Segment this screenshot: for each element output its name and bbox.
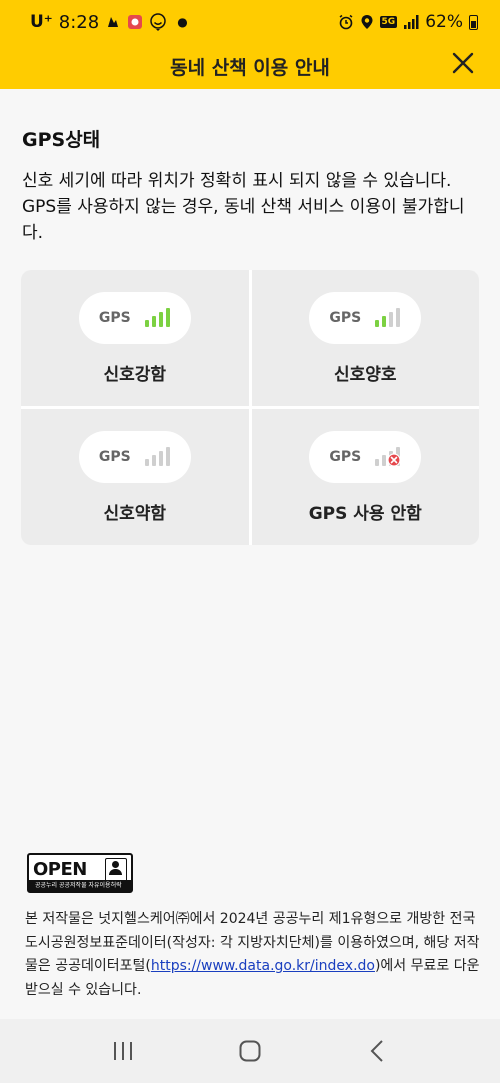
data-portal-link[interactable]: https://www.data.go.kr/index.do (151, 958, 375, 974)
section-title: GPS상태 (22, 129, 101, 151)
gps-pill: GPS (309, 430, 422, 483)
gps-state-good: GPS 신호양호 (251, 270, 479, 406)
home-button[interactable] (230, 1031, 270, 1071)
battery-percent: 62% (425, 12, 463, 32)
kogl-open-logo: OPEN 공공누리 공공저작물 자유이용허락 (27, 853, 133, 893)
gps-state-label: 신호강함 (103, 364, 167, 385)
gps-state-weak: GPS 신호약함 (21, 409, 249, 545)
system-nav-bar (0, 1019, 500, 1083)
gps-status-grid: GPS 신호강함 GPS 신호양호 GPS 신호약함 GPS GPS 사용 안함 (21, 270, 479, 545)
open-logo-text: OPEN (33, 859, 87, 880)
attribution-person-icon (105, 858, 127, 882)
signal-icon (403, 14, 419, 30)
clock: 8:28 (58, 11, 100, 33)
page-title: 동네 산책 이용 안내 (170, 57, 330, 79)
top-bar: U⁺ 8:28 ● 5G 62% 동네 산책 이용 안내 (0, 0, 500, 89)
gps-state-label: GPS 사용 안함 (308, 503, 422, 524)
gps-state-label: 신호양호 (333, 364, 397, 385)
alarm-icon (338, 14, 354, 30)
header: 동네 산책 이용 안내 (0, 44, 500, 89)
carrier-label: U⁺ (30, 12, 53, 32)
close-icon (452, 52, 474, 74)
notification-dot-icon: ● (177, 15, 188, 29)
battery-icon (469, 14, 478, 30)
back-button[interactable] (357, 1031, 397, 1071)
gps-pill-label: GPS (329, 309, 362, 326)
back-icon (370, 1040, 383, 1062)
license-text: 본 저작물은 넛지헬스케어㈜에서 2024년 공공누리 제1유형으로 개방한 전… (25, 908, 480, 1002)
recent-apps-button[interactable] (103, 1031, 143, 1071)
signal-good-icon (375, 308, 401, 327)
gps-pill-label: GPS (329, 448, 362, 465)
gps-pill: GPS (309, 291, 422, 344)
open-logo-subtext: 공공누리 공공저작물 자유이용허락 (29, 880, 131, 891)
gps-pill-label: GPS (98, 309, 131, 326)
location-icon (360, 14, 374, 30)
home-icon (239, 1040, 261, 1062)
gps-state-off: GPS GPS 사용 안함 (251, 409, 479, 545)
close-button[interactable] (452, 52, 474, 74)
section-description: 신호 세기에 따라 위치가 정확히 표시 되지 않을 수 있습니다. GPS를 … (22, 171, 465, 243)
gps-pill: GPS (78, 291, 191, 344)
signal-weak-icon (144, 447, 170, 466)
status-bar: U⁺ 8:28 ● 5G 62% (0, 0, 500, 44)
gps-state-strong: GPS 신호강함 (21, 270, 249, 406)
gps-info-section: GPS상태 신호 세기에 따라 위치가 정확히 표시 되지 않을 수 있습니다.… (22, 125, 478, 246)
location-smile-icon (149, 13, 167, 31)
network-badge: 5G (379, 16, 398, 28)
gps-pill-label: GPS (98, 448, 131, 465)
notification-app-icon (105, 14, 121, 30)
signal-strong-icon (144, 308, 170, 327)
signal-off-icon (375, 447, 401, 466)
recent-apps-icon (114, 1042, 133, 1060)
shield-app-icon (127, 14, 143, 30)
gps-pill: GPS (78, 430, 191, 483)
gps-state-label: 신호약함 (103, 503, 167, 524)
